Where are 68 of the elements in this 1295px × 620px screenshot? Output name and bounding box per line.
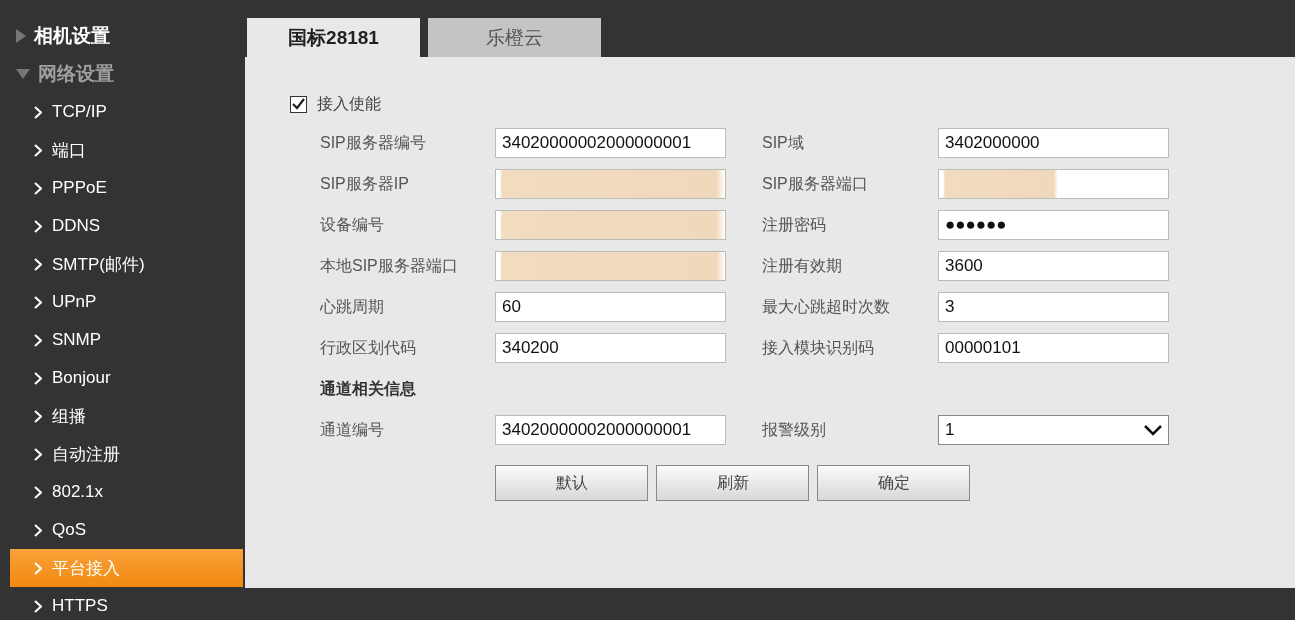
chevron-down-icon: [1144, 424, 1162, 436]
blurred-field[interactable]: [495, 210, 726, 240]
tab[interactable]: 乐橙云: [428, 18, 601, 57]
text-field[interactable]: 3600: [938, 251, 1169, 281]
field-label: SIP服务器编号: [320, 132, 427, 153]
password-field[interactable]: ●●●●●●: [938, 210, 1169, 240]
chevron-right-icon: [34, 409, 42, 423]
field-label: 行政区划代码: [320, 337, 417, 358]
chevron-right-icon: [34, 371, 42, 385]
checkbox-label: 接入使能: [317, 93, 381, 114]
text-field[interactable]: 60: [495, 292, 726, 322]
text-field[interactable]: 34020000002000000001: [495, 415, 726, 445]
chevron-right-icon: [34, 447, 42, 461]
collapse-triangle-icon[interactable]: [16, 29, 26, 43]
chevron-right-icon: [34, 181, 42, 195]
text-field[interactable]: 00000101: [938, 333, 1169, 363]
menu-item[interactable]: SMTP(邮件): [10, 245, 243, 283]
field-label: 设备编号: [320, 214, 385, 235]
chevron-right-icon: [34, 295, 42, 309]
text-field[interactable]: 340200: [495, 333, 726, 363]
blurred-field[interactable]: [495, 169, 726, 199]
menu-item[interactable]: Bonjour: [10, 359, 243, 397]
field-label: 接入模块识别码: [762, 337, 875, 358]
blurred-field[interactable]: [938, 169, 1169, 199]
chevron-right-icon: [34, 219, 42, 233]
menu-item[interactable]: PPPoE: [10, 169, 243, 207]
menu-item[interactable]: DDNS: [10, 207, 243, 245]
menu-item[interactable]: UPnP: [10, 283, 243, 321]
menu-section[interactable]: 相机设置: [0, 17, 245, 55]
field-label: 注册密码: [762, 214, 827, 235]
field-label: 心跳周期: [320, 296, 385, 317]
chevron-right-icon: [34, 105, 42, 119]
field-label: SIP域: [762, 132, 805, 153]
menu-item[interactable]: QoS: [10, 511, 243, 549]
text-field[interactable]: 3402000000: [938, 128, 1169, 158]
expand-triangle-icon[interactable]: [16, 69, 30, 79]
menu-item[interactable]: HTTPS: [10, 587, 243, 620]
menu-item[interactable]: SNMP: [10, 321, 243, 359]
field-label: SIP服务器IP: [320, 173, 410, 194]
menu-item[interactable]: 802.1x: [10, 473, 243, 511]
section-heading: 通道相关信息: [320, 378, 417, 399]
checkbox[interactable]: [290, 95, 307, 113]
text-field[interactable]: 3: [938, 292, 1169, 322]
select-field[interactable]: 1: [938, 415, 1169, 445]
chevron-right-icon: [34, 333, 42, 347]
menu-section[interactable]: 网络设置: [0, 55, 245, 93]
action-button[interactable]: 默认: [495, 465, 648, 501]
chevron-right-icon: [34, 561, 42, 575]
chevron-right-icon: [34, 599, 42, 613]
field-label: 报警级别: [762, 419, 827, 440]
action-button[interactable]: 确定: [817, 465, 970, 501]
chevron-right-icon: [34, 523, 42, 537]
action-button[interactable]: 刷新: [656, 465, 809, 501]
field-label: SIP服务器端口: [762, 173, 869, 194]
menu-item[interactable]: 组播: [10, 397, 243, 435]
chevron-right-icon: [34, 257, 42, 271]
text-field[interactable]: 34020000002000000001: [495, 128, 726, 158]
chevron-right-icon: [34, 143, 42, 157]
field-label: 本地SIP服务器端口: [320, 255, 459, 276]
field-label: 最大心跳超时次数: [762, 296, 891, 317]
field-label: 注册有效期: [762, 255, 843, 276]
chevron-right-icon: [34, 485, 42, 499]
menu-item[interactable]: TCP/IP: [10, 93, 243, 131]
tab[interactable]: 国标28181: [247, 18, 420, 57]
menu-item[interactable]: 端口: [10, 131, 243, 169]
field-label: 通道编号: [320, 419, 385, 440]
blurred-field[interactable]: [495, 251, 726, 281]
menu-item[interactable]: 自动注册: [10, 435, 243, 473]
